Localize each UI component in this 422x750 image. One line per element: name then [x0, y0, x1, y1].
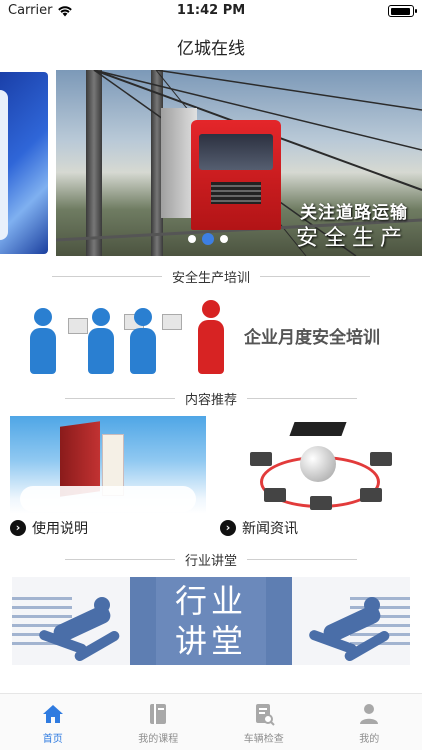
tab-label: 车辆检查: [243, 734, 284, 745]
status-time: 11:42 PM: [176, 3, 246, 18]
arrow-right-icon: ›: [10, 520, 26, 536]
runner-image: [32, 587, 132, 663]
banner-previous-slide[interactable]: [0, 72, 48, 254]
tab-vehicle-inspection[interactable]: 车辆检查: [211, 694, 317, 750]
tab-label: 我的: [359, 734, 380, 745]
lecture-title-line1: 行业: [174, 582, 247, 620]
banner-slide[interactable]: 关注道路运输 安全生产: [56, 70, 422, 256]
page-dot[interactable]: [220, 235, 228, 243]
truck-image: [191, 120, 281, 230]
banner-carousel[interactable]: 关注道路运输 安全生产: [0, 70, 422, 256]
card-news[interactable]: › 新闻资讯: [220, 416, 416, 542]
user-guide-image: [10, 416, 206, 514]
page-dot-active[interactable]: [202, 233, 214, 245]
lecture-title-line2: 讲堂: [174, 622, 247, 660]
section-header-content: 内容推荐: [0, 388, 422, 408]
training-label: 企业月度安全培训: [244, 327, 380, 348]
battery-icon: [388, 5, 417, 17]
lecture-title-panel: 行业 讲堂: [130, 577, 292, 665]
status-bar: Carrier 11:42 PM: [0, 0, 422, 24]
inspection-icon: [255, 704, 275, 726]
page-title: 亿城在线: [177, 39, 245, 59]
tab-my-courses[interactable]: 我的课程: [106, 694, 212, 750]
section-title: 安全生产培训: [171, 270, 250, 286]
tab-home[interactable]: 首页: [0, 694, 106, 750]
training-illustration: [16, 288, 238, 382]
arrow-right-icon: ›: [220, 520, 236, 536]
tab-profile[interactable]: 我的: [317, 694, 422, 750]
news-image: [220, 416, 416, 514]
page-dot[interactable]: [188, 235, 196, 243]
section-header-lecture: 行业讲堂: [0, 549, 422, 569]
profile-icon: [360, 704, 379, 724]
card-label: 新闻资讯: [242, 521, 298, 537]
tab-bar: 首页 我的课程 车辆检查 我的: [0, 693, 422, 750]
training-banner[interactable]: 企业月度安全培训: [16, 288, 406, 382]
lecture-banner[interactable]: 行业 讲堂: [12, 577, 410, 665]
card-user-guide[interactable]: › 使用说明: [10, 416, 206, 542]
banner-caption-line2: 安全生产: [295, 226, 408, 251]
section-header-training: 安全生产培训: [0, 266, 422, 286]
tab-label: 首页: [42, 734, 63, 745]
runner-image: [302, 587, 402, 663]
content-cards: › 使用说明 › 新闻资讯: [10, 416, 416, 542]
card-label: 使用说明: [32, 521, 88, 537]
home-icon: [42, 705, 63, 723]
book-icon: [150, 704, 167, 724]
carousel-page-indicator[interactable]: [188, 233, 228, 245]
tab-label: 我的课程: [138, 734, 179, 745]
section-title: 内容推荐: [184, 392, 237, 408]
section-title: 行业讲堂: [184, 553, 237, 569]
